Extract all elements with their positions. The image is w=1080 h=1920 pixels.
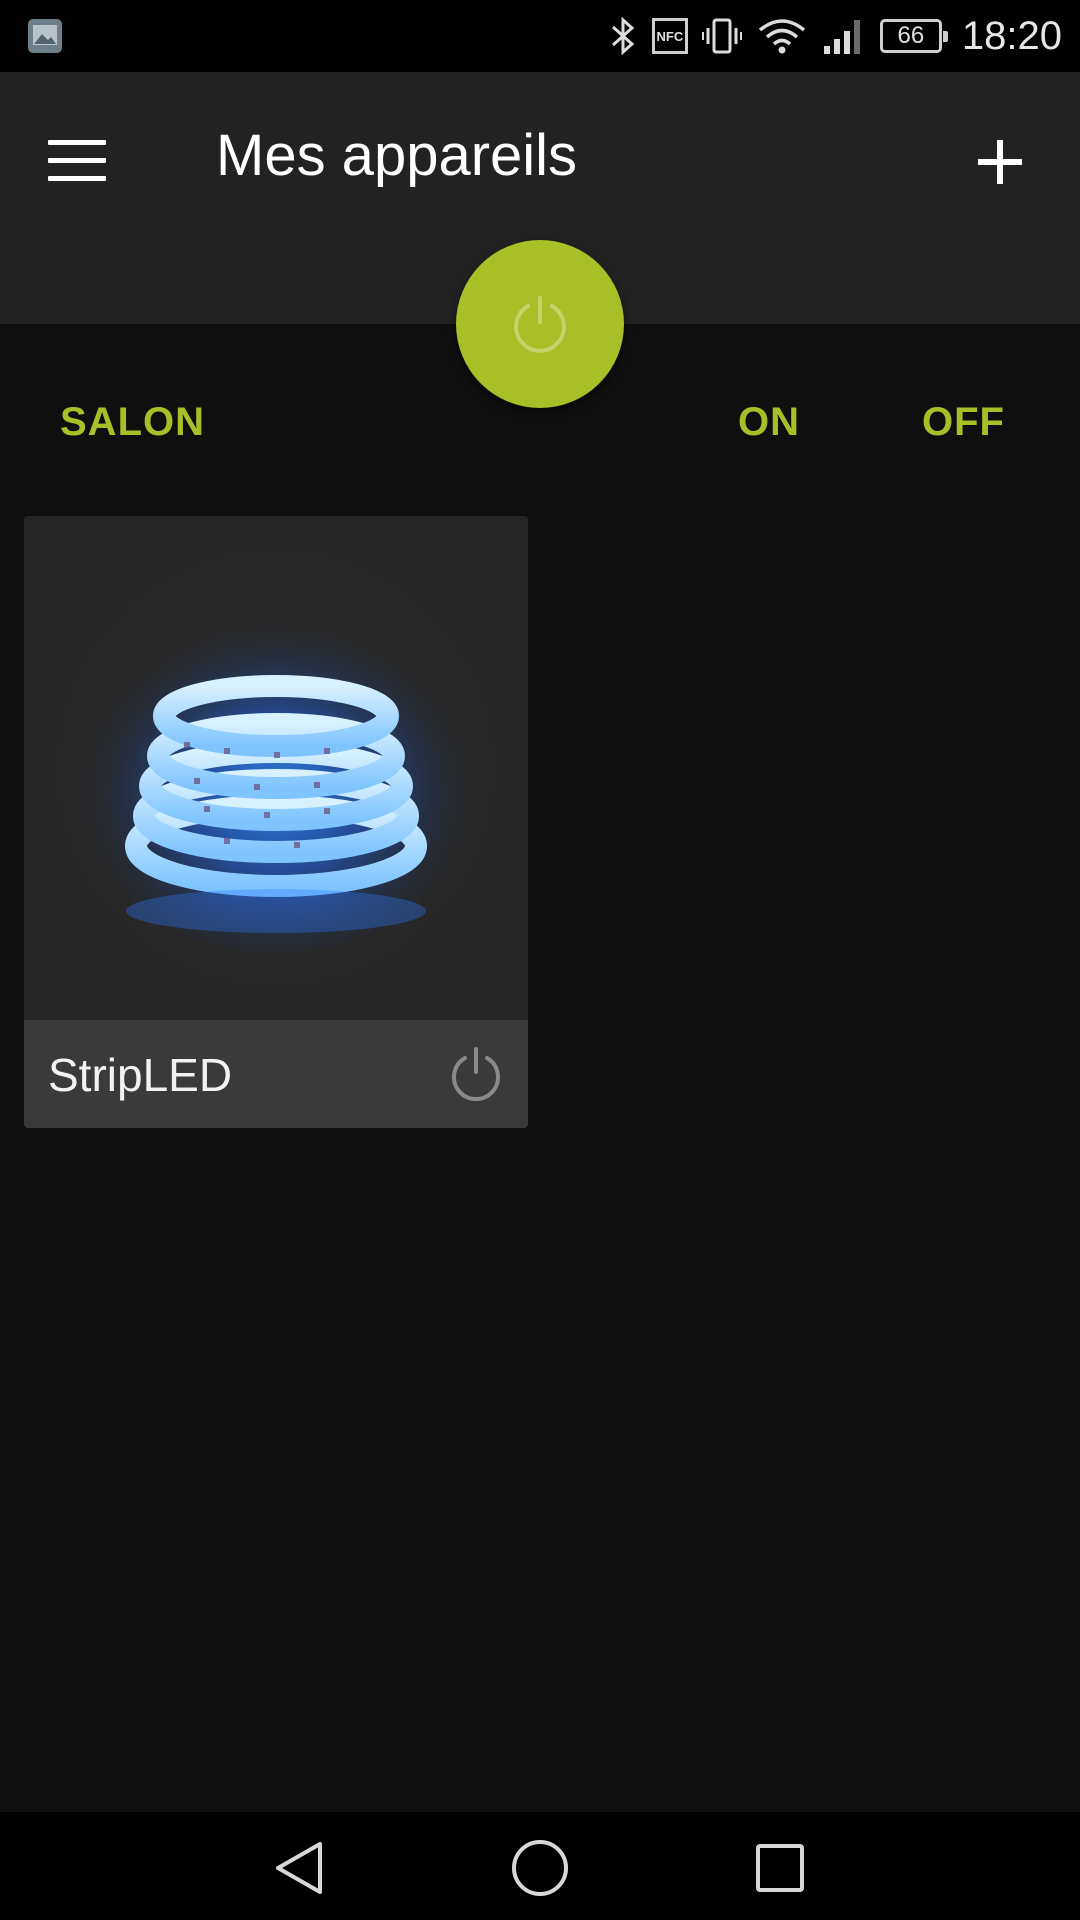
battery-icon: 66 xyxy=(879,19,948,53)
group-name: SALON xyxy=(60,400,205,444)
device-name: StripLED xyxy=(48,1049,233,1101)
recent-square-icon[interactable] xyxy=(748,1836,812,1900)
power-icon[interactable] xyxy=(446,1044,506,1104)
device-footer: StripLED xyxy=(24,1020,528,1128)
led-strip-image xyxy=(24,516,528,1020)
status-bar: NFC 66 18:20 xyxy=(0,0,1080,72)
add-device-button[interactable] xyxy=(964,124,1040,200)
clock: 18:20 xyxy=(961,13,1062,58)
master-power-button[interactable] xyxy=(456,240,624,408)
group-off-button[interactable]: OFF xyxy=(922,400,1005,445)
vibrate-icon xyxy=(701,18,742,54)
power-icon xyxy=(514,296,566,353)
gallery-icon xyxy=(28,19,62,53)
page-title: Mes appareils xyxy=(216,123,578,188)
home-circle-icon[interactable] xyxy=(508,1836,572,1900)
bluetooth-icon xyxy=(611,16,635,56)
device-card[interactable]: StripLED xyxy=(24,516,528,1128)
signal-icon xyxy=(823,20,860,54)
nfc-icon: NFC xyxy=(651,18,688,54)
hamburger-menu-icon[interactable] xyxy=(48,128,120,192)
group-on-button[interactable]: ON xyxy=(738,400,800,445)
back-triangle-icon[interactable] xyxy=(268,1836,332,1900)
wifi-icon xyxy=(758,19,805,54)
system-nav-bar xyxy=(0,1812,1080,1920)
